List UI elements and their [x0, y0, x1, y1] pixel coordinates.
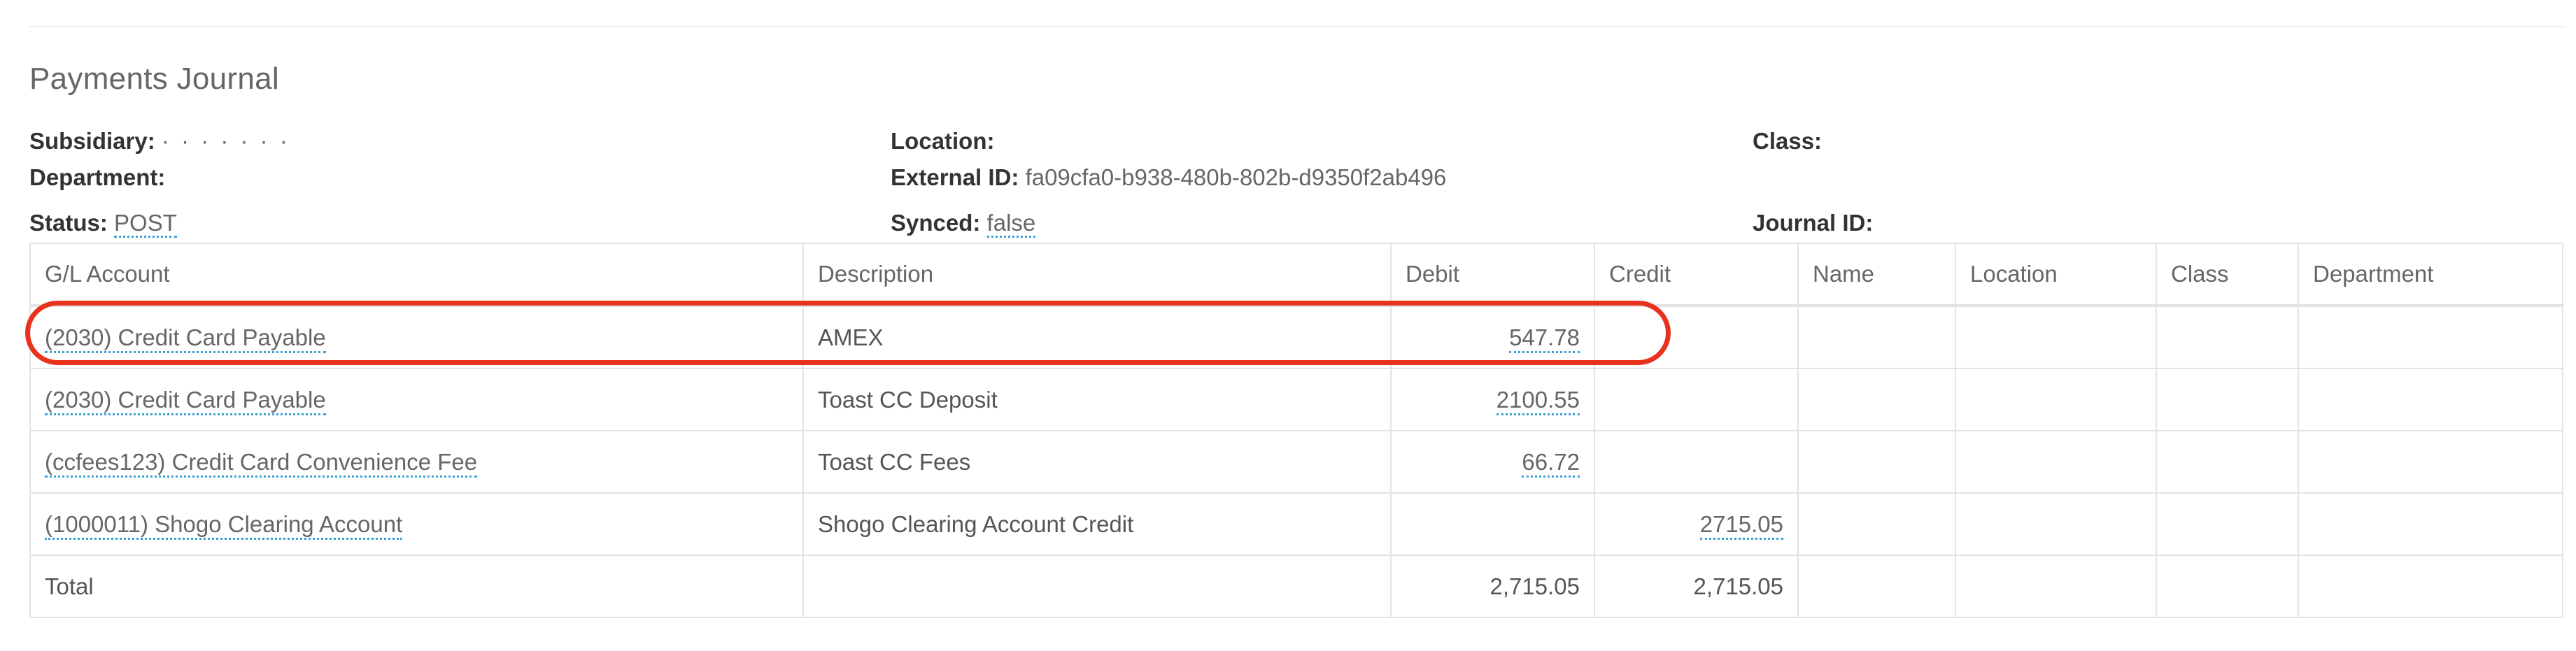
cell-credit	[1594, 368, 1799, 431]
cell-description: Shogo Clearing Account Credit	[802, 492, 1392, 556]
cell-location	[1955, 492, 2157, 556]
total-description-cell	[802, 555, 1392, 618]
cell-location	[1955, 430, 2157, 494]
meta-status: Status: POST	[29, 209, 177, 238]
cell-debit	[1390, 492, 1595, 556]
location-label: Location:	[891, 128, 995, 154]
cell-description: Toast CC Deposit	[802, 368, 1392, 431]
subsidiary-label: Subsidiary:	[29, 128, 155, 154]
cell-description: Toast CC Fees	[802, 430, 1392, 494]
total-credit: 2,715.05	[1594, 555, 1799, 618]
meta-department: Department:	[29, 164, 165, 192]
col-header-debit[interactable]: Debit	[1390, 243, 1595, 306]
cell-description: AMEX	[802, 305, 1392, 369]
synced-label: Synced:	[891, 210, 981, 236]
cell-department	[2298, 430, 2563, 494]
cell-location	[1955, 368, 2157, 431]
cell-class	[2156, 492, 2299, 556]
journal-lines-table: G/L Account Description Debit Credit Nam…	[29, 243, 2563, 618]
cell-credit	[1594, 430, 1799, 494]
col-header-gl-account[interactable]: G/L Account	[29, 243, 804, 306]
cell-location	[1955, 305, 2157, 369]
cell-department	[2298, 492, 2563, 556]
debit-link[interactable]: 547.78	[1509, 324, 1580, 353]
table-total-row: Total 2,715.05 2,715.05	[29, 555, 2563, 618]
class-label: Class:	[1753, 128, 1823, 154]
cell-debit: 2100.55	[1390, 368, 1595, 431]
top-divider	[29, 26, 2566, 27]
cell-gl-account: (2030) Credit Card Payable	[29, 305, 804, 369]
journal-id-label: Journal ID:	[1753, 210, 1874, 236]
external-id-value: fa09cfa0-b938-480b-802b-d9350f2ab496	[1025, 164, 1447, 190]
col-header-description[interactable]: Description	[802, 243, 1392, 306]
external-id-label: External ID:	[891, 164, 1019, 190]
meta-journal-id: Journal ID:	[1753, 209, 1873, 237]
total-debit: 2,715.05	[1390, 555, 1595, 618]
subsidiary-value: · · · · · · ·	[161, 128, 290, 154]
table-row: (ccfees123) Credit Card Convenience Fee …	[29, 430, 2563, 494]
total-class-cell	[2156, 555, 2299, 618]
credit-link[interactable]: 2715.05	[1699, 510, 1783, 540]
cell-class	[2156, 430, 2299, 494]
cell-credit	[1594, 305, 1799, 369]
table-row: (1000011) Shogo Clearing Account Shogo C…	[29, 492, 2563, 556]
total-name-cell	[1797, 555, 1956, 618]
gl-account-link[interactable]: (2030) Credit Card Payable	[45, 386, 326, 415]
total-department-cell	[2298, 555, 2563, 618]
status-value[interactable]: POST	[114, 210, 177, 238]
cell-gl-account: (2030) Credit Card Payable	[29, 368, 804, 431]
col-header-credit[interactable]: Credit	[1594, 243, 1799, 306]
cell-department	[2298, 368, 2563, 431]
debit-link[interactable]: 2100.55	[1496, 386, 1580, 415]
debit-link[interactable]: 66.72	[1522, 448, 1580, 478]
col-header-class[interactable]: Class	[2156, 243, 2299, 306]
cell-credit: 2715.05	[1594, 492, 1799, 556]
department-label: Department:	[29, 164, 166, 190]
col-header-department[interactable]: Department	[2298, 243, 2563, 306]
table-row: (2030) Credit Card Payable AMEX 547.78	[29, 305, 2563, 369]
cell-department	[2298, 305, 2563, 369]
cell-name	[1797, 492, 1956, 556]
page-title: Payments Journal	[29, 62, 279, 96]
total-label: Total	[29, 555, 804, 618]
cell-gl-account: (ccfees123) Credit Card Convenience Fee	[29, 430, 804, 494]
synced-value[interactable]: false	[986, 210, 1036, 238]
total-location-cell	[1955, 555, 2157, 618]
col-header-name[interactable]: Name	[1797, 243, 1956, 306]
cell-debit: 547.78	[1390, 305, 1595, 369]
cell-name	[1797, 368, 1956, 431]
cell-class	[2156, 368, 2299, 431]
table-row: (2030) Credit Card Payable Toast CC Depo…	[29, 368, 2563, 431]
table-header-row: G/L Account Description Debit Credit Nam…	[29, 243, 2563, 306]
cell-name	[1797, 430, 1956, 494]
meta-class: Class:	[1753, 127, 1822, 155]
gl-account-link[interactable]: (1000011) Shogo Clearing Account	[45, 510, 403, 540]
status-label: Status:	[29, 210, 108, 236]
cell-debit: 66.72	[1390, 430, 1595, 494]
meta-location: Location:	[891, 127, 994, 155]
gl-account-link[interactable]: (2030) Credit Card Payable	[45, 324, 326, 353]
meta-synced: Synced: false	[891, 209, 1036, 238]
meta-subsidiary: Subsidiary: · · · · · · ·	[29, 127, 290, 155]
col-header-location[interactable]: Location	[1955, 243, 2157, 306]
cell-class	[2156, 305, 2299, 369]
gl-account-link[interactable]: (ccfees123) Credit Card Convenience Fee	[45, 448, 478, 478]
cell-name	[1797, 305, 1956, 369]
cell-gl-account: (1000011) Shogo Clearing Account	[29, 492, 804, 556]
meta-external-id: External ID: fa09cfa0-b938-480b-802b-d93…	[891, 164, 1446, 192]
